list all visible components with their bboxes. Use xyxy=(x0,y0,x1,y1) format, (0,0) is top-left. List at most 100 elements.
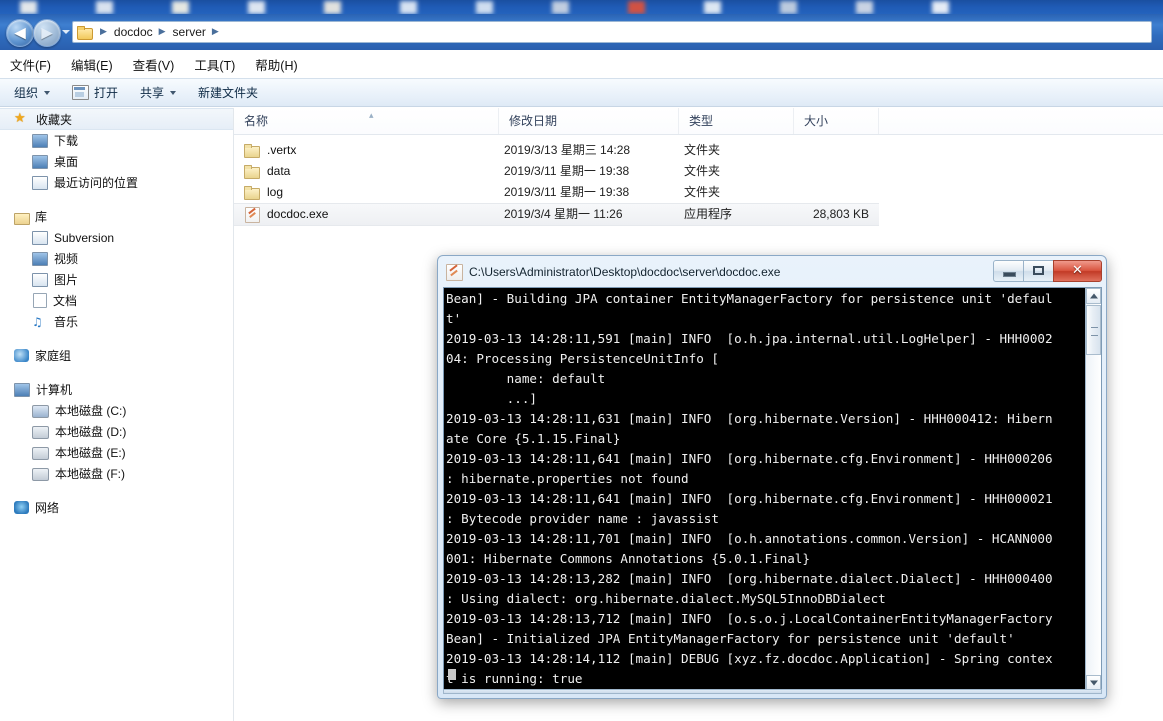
sidebar-item-music[interactable]: ♫ 音乐 xyxy=(0,311,233,332)
chevron-down-icon xyxy=(170,90,177,95)
column-header-size[interactable]: 大小 xyxy=(794,108,879,134)
desktop-icon xyxy=(628,1,645,14)
forward-button[interactable]: ▶ xyxy=(33,19,61,47)
open-button[interactable]: 打开 xyxy=(72,84,118,101)
new-folder-button[interactable]: 新建文件夹 xyxy=(198,84,258,101)
network-icon xyxy=(14,501,29,514)
sidebar-item-label: 桌面 xyxy=(54,155,79,169)
sidebar-item-drive-d[interactable]: 本地磁盘 (D:) xyxy=(0,421,233,442)
sidebar-item-label: 下载 xyxy=(54,134,79,148)
close-button[interactable]: ✕ xyxy=(1053,260,1102,282)
desktop-icon xyxy=(704,1,721,14)
folder-icon xyxy=(244,144,260,158)
desktop-icon xyxy=(552,1,569,14)
console-window[interactable]: C:\Users\Administrator\Desktop\docdoc\se… xyxy=(437,255,1107,699)
file-name-label: .vertx xyxy=(267,143,297,157)
back-button[interactable]: ◀ xyxy=(6,19,34,47)
console-horizontal-scrollbar[interactable] xyxy=(443,689,1102,694)
column-header-date-modified[interactable]: 修改日期 xyxy=(499,108,679,134)
desktop-icon xyxy=(172,1,189,14)
file-modified-cell: 2019/3/4 星期一 11:26 xyxy=(504,207,623,221)
sidebar-item-subversion[interactable]: Subversion xyxy=(0,227,233,248)
sidebar-item-drive-f[interactable]: 本地磁盘 (F:) xyxy=(0,463,233,484)
minimize-icon xyxy=(1003,272,1016,277)
table-row[interactable]: .vertx 2019/3/13 星期三 14:28 文件夹 xyxy=(234,140,879,161)
open-icon xyxy=(72,85,90,100)
sidebar-item-label: 库 xyxy=(35,210,48,224)
column-header-name[interactable]: 名称 xyxy=(234,108,499,134)
breadcrumb-item-docdoc[interactable]: docdoc xyxy=(114,25,153,39)
sidebar-item-label: 本地磁盘 (C:) xyxy=(55,404,127,418)
sidebar-item-drive-c[interactable]: 本地磁盘 (C:) xyxy=(0,400,233,421)
desktop-icon xyxy=(780,1,797,14)
homegroup-icon xyxy=(14,349,29,362)
minimize-button[interactable] xyxy=(993,260,1024,282)
star-icon: ★ xyxy=(14,111,26,126)
breadcrumb-separator-icon[interactable]: ▶ xyxy=(212,27,219,37)
sidebar-item-label: 本地磁盘 (D:) xyxy=(55,425,127,439)
file-type-cell: 文件夹 xyxy=(684,185,721,199)
share-button[interactable]: 共享 xyxy=(140,84,177,101)
sidebar-item-computer[interactable]: 计算机 xyxy=(0,379,233,400)
sidebar-item-desktop[interactable]: 桌面 xyxy=(0,151,233,172)
breadcrumb-separator-icon: ▶ xyxy=(100,27,107,37)
desktop-icon xyxy=(32,155,48,169)
forward-arrow-icon: ▶ xyxy=(41,23,53,42)
sidebar-item-recent-places[interactable]: 最近访问的位置 xyxy=(0,172,233,193)
menu-view[interactable]: 查看(V) xyxy=(133,55,175,74)
sidebar-item-documents[interactable]: 文档 xyxy=(0,290,233,311)
sidebar-item-favorites[interactable]: ★ 收藏夹 xyxy=(0,108,233,130)
menu-tools[interactable]: 工具(T) xyxy=(194,55,235,74)
menu-file[interactable]: 文件(F) xyxy=(10,55,51,74)
chevron-down-icon xyxy=(44,90,51,95)
scroll-up-button[interactable] xyxy=(1086,288,1101,304)
exe-icon xyxy=(446,263,463,281)
sidebar-item-label: 本地磁盘 (F:) xyxy=(55,467,125,481)
table-row[interactable]: log 2019/3/11 星期一 19:38 文件夹 xyxy=(234,182,879,203)
table-row[interactable]: docdoc.exe 2019/3/4 星期一 11:26 应用程序 28,80… xyxy=(234,203,879,226)
file-type-cell: 应用程序 xyxy=(684,207,733,221)
videos-icon xyxy=(32,252,48,266)
breadcrumb-item-server[interactable]: server xyxy=(173,25,206,39)
organize-button[interactable]: 组织 xyxy=(14,84,51,101)
drive-e-icon xyxy=(32,447,49,460)
scrollbar-thumb[interactable] xyxy=(1086,305,1101,355)
file-modified-cell: 2019/3/13 星期三 14:28 xyxy=(504,143,631,157)
sidebar-item-pictures[interactable]: 图片 xyxy=(0,269,233,290)
breadcrumb[interactable]: ▶ docdoc ▶ server ▶ xyxy=(72,21,1152,43)
sidebar-item-label: 视频 xyxy=(54,252,79,266)
console-vertical-scrollbar[interactable] xyxy=(1085,288,1101,691)
recent-places-icon xyxy=(32,176,48,190)
console-screen[interactable]: Bean] - Building JPA container EntityMan… xyxy=(443,287,1102,692)
command-bar: 组织 打开 共享 新建文件夹 xyxy=(0,78,1163,107)
sidebar-item-network[interactable]: 网络 xyxy=(0,497,233,518)
desktop-icon xyxy=(476,1,493,14)
sidebar-item-videos[interactable]: 视频 xyxy=(0,248,233,269)
executable-icon xyxy=(245,206,260,223)
desktop-icon xyxy=(324,1,341,14)
console-log-text: Bean] - Building JPA container EntityMan… xyxy=(446,291,1053,686)
table-row[interactable]: data 2019/3/11 星期一 19:38 文件夹 xyxy=(234,161,879,182)
file-type-cell: 文件夹 xyxy=(684,164,721,178)
column-header-type[interactable]: 类型 xyxy=(679,108,794,134)
music-icon: ♫ xyxy=(32,314,43,329)
recent-pages-dropdown-icon[interactable] xyxy=(62,30,70,34)
sidebar-item-homegroup[interactable]: 家庭组 xyxy=(0,345,233,366)
file-name-cell: docdoc.exe xyxy=(244,204,328,225)
menu-edit[interactable]: 编辑(E) xyxy=(71,55,113,74)
file-name-cell: .vertx xyxy=(244,140,296,161)
back-arrow-icon: ◀ xyxy=(14,23,26,42)
sidebar-item-drive-e[interactable]: 本地磁盘 (E:) xyxy=(0,442,233,463)
sidebar-item-label: 收藏夹 xyxy=(36,112,73,127)
column-header-row: 名称 ▴ 修改日期 类型 大小 xyxy=(234,108,1163,135)
sidebar-item-libraries[interactable]: 库 xyxy=(0,206,233,227)
sidebar-item-downloads[interactable]: 下载 xyxy=(0,130,233,151)
menu-help[interactable]: 帮助(H) xyxy=(255,55,297,74)
drive-d-icon xyxy=(32,426,49,439)
drive-f-icon xyxy=(32,468,49,481)
maximize-button[interactable] xyxy=(1023,260,1054,282)
desktop-icon xyxy=(856,1,873,14)
menu-bar: 文件(F) 编辑(E) 查看(V) 工具(T) 帮助(H) xyxy=(0,50,1163,78)
console-titlebar[interactable]: C:\Users\Administrator\Desktop\docdoc\se… xyxy=(442,259,1104,285)
